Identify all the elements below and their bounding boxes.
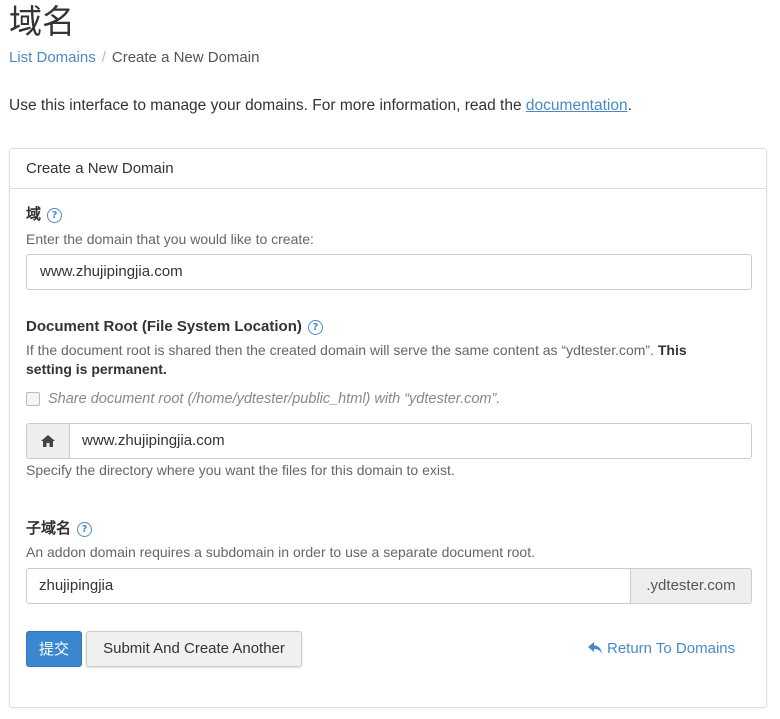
submit-button[interactable]: 提交 <box>26 631 82 667</box>
docroot-input[interactable]: www.zhujipingjia.com <box>69 423 752 459</box>
subdomain-hint: An addon domain requires a subdomain in … <box>26 544 535 560</box>
subdomain-input-group: zhujipingjia .ydtester.com <box>26 568 752 604</box>
breadcrumb-list-domains-link[interactable]: List Domains <box>9 49 96 66</box>
docroot-note: If the document root is shared then the … <box>26 341 726 379</box>
breadcrumb: List Domains / Create a New Domain <box>9 48 259 68</box>
share-docroot-row: Share document root (/home/ydtester/publ… <box>26 391 500 407</box>
docroot-input-group: www.zhujipingjia.com <box>26 423 752 459</box>
home-icon <box>26 423 69 459</box>
subdomain-suffix: .ydtester.com <box>631 568 752 604</box>
intro-suffix: . <box>627 97 632 114</box>
reply-arrow-icon <box>588 642 602 654</box>
docroot-note-text: If the document root is shared then the … <box>26 342 658 358</box>
submit-and-create-another-button[interactable]: Submit And Create Another <box>86 631 302 667</box>
domain-input[interactable]: www.zhujipingjia.com <box>26 254 752 290</box>
intro-text: Use this interface to manage your domain… <box>9 96 632 116</box>
docroot-hint: Specify the directory where you want the… <box>26 462 455 478</box>
breadcrumb-current: Create a New Domain <box>111 49 260 66</box>
subdomain-label-row: 子域名 ? <box>26 519 93 539</box>
breadcrumb-separator: / <box>101 49 106 66</box>
share-docroot-label: Share document root (/home/ydtester/publ… <box>48 391 501 407</box>
panel-heading: Create a New Domain <box>10 149 766 189</box>
subdomain-label: 子域名 <box>26 520 72 537</box>
create-domain-panel: Create a New Domain 域 ? Enter the domain… <box>9 148 767 708</box>
docroot-label: Document Root (File System Location) <box>26 318 302 335</box>
question-circle-icon[interactable]: ? <box>307 319 323 335</box>
question-circle-icon[interactable]: ? <box>47 207 63 223</box>
page-title: 域名 <box>9 2 75 41</box>
share-docroot-checkbox[interactable] <box>26 392 40 406</box>
return-to-domains-link[interactable]: Return To Domains <box>588 640 735 657</box>
domain-hint: Enter the domain that you would like to … <box>26 231 314 247</box>
subdomain-input[interactable]: zhujipingjia <box>26 568 631 604</box>
docroot-label-row: Document Root (File System Location) ? <box>26 317 323 337</box>
domain-label-row: 域 ? <box>26 205 63 225</box>
return-to-domains-label: Return To Domains <box>607 640 736 657</box>
intro-sentence: Use this interface to manage your domain… <box>9 97 526 114</box>
question-circle-icon[interactable]: ? <box>77 521 93 537</box>
domain-label: 域 <box>26 206 42 223</box>
documentation-link[interactable]: documentation <box>526 97 628 114</box>
